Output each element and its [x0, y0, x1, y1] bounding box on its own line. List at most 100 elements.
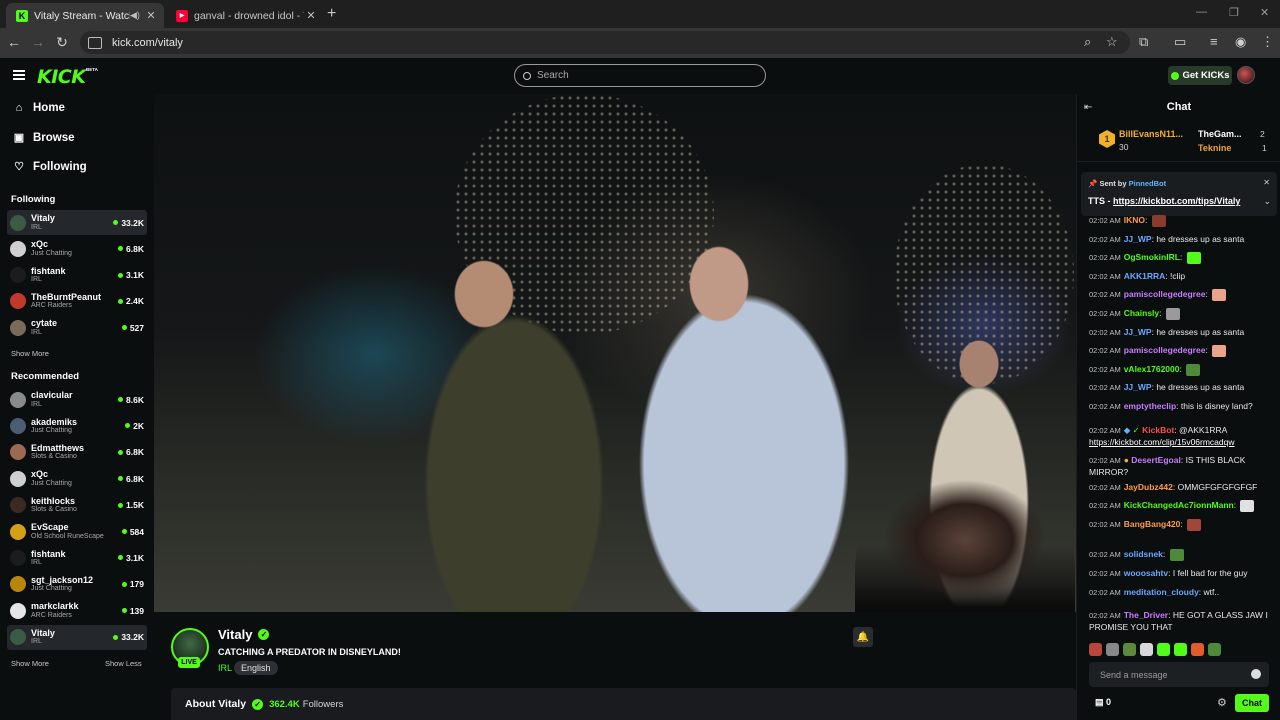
- sidebar-channel[interactable]: Vitaly IRL 33.2K: [7, 210, 147, 235]
- forward-icon[interactable]: →: [29, 34, 47, 50]
- emote-icon[interactable]: [1165, 307, 1180, 320]
- emote-icon[interactable]: [1186, 363, 1201, 376]
- emote-icon[interactable]: [1174, 643, 1187, 656]
- message-user[interactable]: emptytheclip: [1124, 401, 1176, 411]
- sidebar-channel[interactable]: cytate IRL 527: [7, 315, 147, 340]
- extensions-icon[interactable]: ⧉: [1139, 34, 1148, 50]
- audio-playing-icon[interactable]: ◀): [130, 10, 144, 21]
- close-tab-icon[interactable]: ✕: [144, 9, 158, 22]
- back-icon[interactable]: ←: [5, 34, 23, 50]
- message-user[interactable]: AKK1RRA: [1124, 271, 1166, 281]
- message-user[interactable]: pamiscollegedegree: [1124, 289, 1206, 299]
- message-user[interactable]: IKNO: [1124, 215, 1145, 225]
- sidebar-channel[interactable]: sgt_jackson12 Just Chatting 179: [7, 572, 147, 597]
- message-user[interactable]: wooosahtv: [1124, 568, 1168, 578]
- message-user[interactable]: JJ_WP: [1124, 327, 1152, 337]
- close-tab-icon[interactable]: ✕: [304, 9, 318, 22]
- sidebar-channel[interactable]: fishtank IRL 3.1K: [7, 545, 147, 570]
- emote-icon[interactable]: [1208, 643, 1221, 656]
- emote-icon[interactable]: [1151, 214, 1166, 227]
- message-user[interactable]: DesertEgoal: [1131, 455, 1181, 465]
- chevron-down-icon[interactable]: ⌄: [1263, 196, 1271, 207]
- unpin-icon[interactable]: ✕: [1263, 178, 1270, 187]
- kicks-balance[interactable]: ▤ 0: [1095, 697, 1111, 708]
- emote-icon[interactable]: [1089, 643, 1102, 656]
- language-tag[interactable]: English: [234, 661, 278, 675]
- emote-icon[interactable]: [1212, 289, 1227, 302]
- gear-icon[interactable]: ⚙: [1217, 696, 1227, 709]
- address-bar[interactable]: kick.com/vitaly: [80, 31, 1130, 54]
- emote-icon[interactable]: [1157, 643, 1170, 656]
- chat-message-input[interactable]: Send a message: [1089, 662, 1269, 687]
- get-kicks-button[interactable]: Get KICKs: [1168, 66, 1232, 85]
- message-user[interactable]: JJ_WP: [1124, 234, 1152, 244]
- nav-home[interactable]: ⌂ Home: [13, 102, 65, 114]
- sidebar-channel[interactable]: clavicular IRL 8.6K: [7, 387, 147, 412]
- leader-1-name[interactable]: BillEvansN11...: [1119, 129, 1183, 139]
- sidebar-channel[interactable]: akademiks Just Chatting 2K: [7, 413, 147, 438]
- message-user[interactable]: JJ_WP: [1124, 382, 1152, 392]
- emote-icon[interactable]: [1191, 643, 1204, 656]
- menu-kebab-icon[interactable]: ⋮: [1261, 34, 1274, 50]
- emote-icon[interactable]: [1106, 643, 1119, 656]
- sidebar-channel[interactable]: Vitaly IRL 33.2K: [7, 624, 147, 650]
- cast-icon[interactable]: ▭: [1174, 34, 1186, 50]
- message-user[interactable]: KickBot: [1142, 425, 1174, 435]
- streamer-name[interactable]: Vitaly ✓: [218, 627, 270, 642]
- emote-icon[interactable]: [1169, 548, 1184, 561]
- site-info-icon[interactable]: [88, 36, 102, 49]
- search-input[interactable]: Search: [514, 64, 766, 87]
- sidebar-channel[interactable]: EvScape Old School RuneScape 584: [7, 519, 147, 544]
- pinned-link[interactable]: https://kickbot.com/tips/Vitaly: [1113, 196, 1240, 206]
- emote-icon[interactable]: [1212, 344, 1227, 357]
- message-user[interactable]: solidsnek: [1124, 549, 1163, 559]
- message-user[interactable]: KickChangedAc7ionnMann: [1124, 500, 1234, 510]
- browser-tab-kick[interactable]: K Vitaly Stream - Watch Live on ◀) ✕: [6, 3, 164, 28]
- show-more-recommended-button[interactable]: Show More: [11, 659, 49, 668]
- stream-category[interactable]: IRL: [218, 663, 232, 673]
- nav-browse[interactable]: ▣ Browse: [13, 131, 75, 145]
- send-chat-button[interactable]: Chat: [1235, 694, 1269, 712]
- sidebar-channel[interactable]: TheBurntPeanut ARC Raiders 2.4K: [7, 289, 147, 314]
- menu-icon[interactable]: [13, 70, 25, 80]
- pinned-message[interactable]: 📌 Sent by PinnedBot TTS - https://kickbo…: [1081, 172, 1277, 216]
- sidebar-channel[interactable]: fishtank IRL 3.1K: [7, 263, 147, 288]
- sidebar-channel[interactable]: keithlocks Slots & Casino 1.5K: [7, 493, 147, 518]
- media-icon[interactable]: ≡: [1210, 34, 1218, 49]
- sidebar-channel[interactable]: xQc Just Chatting 6.8K: [7, 466, 147, 491]
- bookmark-star-icon[interactable]: ☆: [1106, 34, 1118, 50]
- emoji-picker-icon[interactable]: [1251, 669, 1261, 679]
- notification-bell-icon[interactable]: 🔔: [853, 627, 873, 647]
- emote-icon[interactable]: [1187, 518, 1202, 531]
- emote-icon[interactable]: [1123, 643, 1136, 656]
- nav-following[interactable]: ♡ Following: [13, 160, 87, 174]
- sidebar-channel[interactable]: xQc Just Chatting 6.8K: [7, 236, 147, 261]
- leader-2-name[interactable]: TheGam...: [1198, 129, 1242, 139]
- show-more-following-button[interactable]: Show More: [11, 349, 49, 358]
- emote-icon[interactable]: [1140, 643, 1153, 656]
- browser-tab-youtube[interactable]: ▶ ganval - drowned idol - YouTube ✕: [166, 3, 324, 28]
- leader-3-name[interactable]: Teknine: [1198, 143, 1231, 153]
- show-less-button[interactable]: Show Less: [105, 659, 142, 668]
- message-user[interactable]: vAlex1762000: [1124, 364, 1180, 374]
- emote-icon[interactable]: [1186, 251, 1201, 264]
- maximize-icon[interactable]: ❐: [1229, 6, 1239, 19]
- sidebar-channel[interactable]: Edmatthews Slots & Casino 6.8K: [7, 440, 147, 465]
- message-user[interactable]: JayDubz442: [1124, 482, 1173, 492]
- sidebar-channel[interactable]: markclarkk ARC Raiders 139: [7, 598, 147, 623]
- message-link[interactable]: https://kickbot.com/clip/15v06rmcadqw: [1089, 437, 1235, 447]
- emote-icon[interactable]: [1240, 499, 1255, 512]
- message-user[interactable]: The_Driver: [1124, 610, 1168, 620]
- reload-icon[interactable]: ↻: [53, 34, 71, 51]
- new-tab-button[interactable]: +: [327, 5, 336, 23]
- kick-logo[interactable]: KICK: [37, 66, 86, 88]
- message-user[interactable]: Chainsly: [1124, 308, 1159, 318]
- minimize-icon[interactable]: —: [1196, 6, 1207, 18]
- message-user[interactable]: pamiscollegedegree: [1124, 345, 1206, 355]
- message-user[interactable]: meditation_cloudy: [1124, 587, 1199, 597]
- close-window-icon[interactable]: ✕: [1260, 6, 1269, 19]
- message-user[interactable]: OgSmokinIRL: [1124, 252, 1180, 262]
- zoom-icon[interactable]: ⌕: [1084, 34, 1091, 50]
- profile-icon[interactable]: ◉: [1235, 34, 1246, 50]
- user-avatar[interactable]: [1237, 66, 1255, 84]
